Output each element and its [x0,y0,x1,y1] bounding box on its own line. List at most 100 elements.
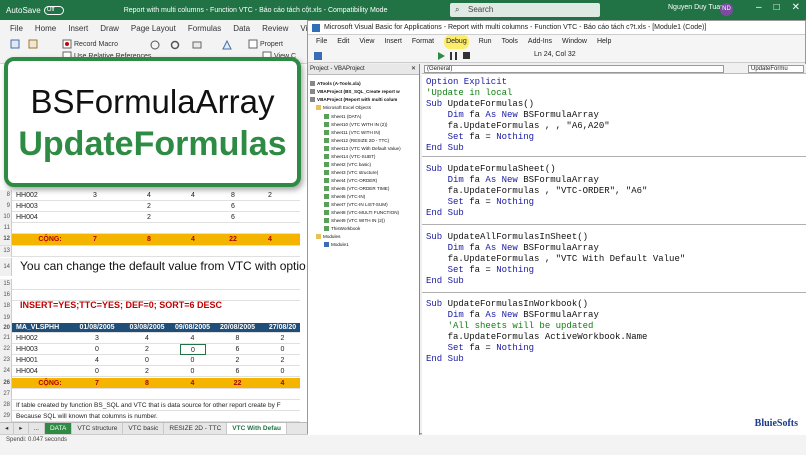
cell[interactable]: HH003 [16,201,66,212]
vba-menu-tools[interactable]: Tools [502,35,518,49]
tree-project-atools[interactable]: ATools (A-Tools.xla) [310,80,361,87]
vba-menu-help[interactable]: Help [597,35,611,49]
avatar[interactable]: ND [720,3,733,16]
code-block[interactable]: Sub UpdateFormulaSheet() Dim fa As New B… [426,164,647,219]
tree-item-sheet[interactable]: Sheet3 (VTC structure) [324,169,378,176]
cell[interactable]: 4 [124,190,174,201]
tree-folder-objects[interactable]: Microsoft Excel Objects [316,104,371,111]
code-block[interactable]: Sub UpdateFormulasInWorkbook() Dim fa As… [426,299,647,365]
cell[interactable]: 4 [260,378,305,389]
tree-item-workbook[interactable]: ThisWorkbook [324,225,360,232]
code-block[interactable]: Sub UpdateAllFormulasInSheet() Dim fa As… [426,232,685,287]
tree-item-sheet[interactable]: Sheet2 (VTC basic) [324,161,371,168]
cell[interactable]: 7 [72,378,122,389]
tab-ellipsis[interactable]: ... [29,422,45,435]
tree-item-module1[interactable]: Module1 [324,241,349,248]
column-header[interactable]: 20/08/2005 [215,323,260,333]
tab-data[interactable]: DATA [44,422,73,435]
cell[interactable]: 2 [124,201,174,212]
tree-item-sheet[interactable]: Sheet1 (DATA) [324,113,361,120]
macros-button[interactable] [28,39,38,49]
com-addins-button[interactable] [170,40,180,50]
tab-vtc-structure[interactable]: VTC structure [72,422,124,435]
cell[interactable]: 8 [122,378,172,389]
cell[interactable]: 3 [70,190,120,201]
autosave-toggle[interactable]: Off [43,5,64,15]
cell[interactable]: 0 [260,366,305,377]
autosave-control[interactable]: AutoSave Off [6,5,64,15]
cell[interactable]: 2 [215,355,260,366]
tab-scroll-right[interactable]: ▸ [14,422,29,435]
tree-item-sheet[interactable]: Sheet14 (VTC-SUBT) [324,153,375,160]
cell[interactable]: 0 [122,355,172,366]
cell[interactable]: 0 [170,355,215,366]
design-mode-button[interactable] [222,40,232,50]
cell[interactable]: 7 [70,234,120,245]
vba-menu-addins[interactable]: Add-Ins [528,35,552,49]
vba-menu-insert[interactable]: Insert [384,35,402,49]
cell[interactable]: HH003 [16,344,71,355]
menu-formulas[interactable]: Formulas [188,24,221,33]
cell[interactable]: 2 [122,344,172,355]
tab-resize-2d[interactable]: RESIZE 2D - TTC [164,422,228,435]
cell[interactable]: 2 [260,355,305,366]
option-string[interactable]: INSERT=YES;TTC=YES; DEF=0; SORT=6 DESC [20,300,222,310]
vba-menu-window[interactable]: Window [562,35,587,49]
tree-item-sheet[interactable]: Sheet4 (VTC-ORDER) [324,177,377,184]
cell[interactable]: 2 [260,333,305,344]
procedure-dropdown[interactable]: UpdateFormu [748,65,804,73]
cell[interactable]: 0 [72,344,122,355]
cell[interactable]: 2 [255,190,285,201]
cell[interactable]: 4 [170,378,215,389]
cell[interactable]: 4 [170,333,215,344]
menu-home[interactable]: Home [35,24,56,33]
vba-menu-file[interactable]: File [316,35,327,49]
cell[interactable]: 4 [178,234,208,245]
cell[interactable]: 6 [215,344,260,355]
cell[interactable]: 2 [122,366,172,377]
cell[interactable]: 4 [122,333,172,344]
cell[interactable]: 3 [72,333,122,344]
column-header[interactable]: MA_VLSPHH [16,323,71,333]
selected-cell[interactable]: 0 [180,344,206,355]
column-header[interactable]: 27/08/20 [260,323,305,333]
tree-item-sheet[interactable]: Sheet12 (RESIZE 2D - TTC) [324,137,389,144]
cell[interactable]: HH004 [16,212,66,223]
close-icon[interactable]: ✕ [792,2,800,13]
maximize-icon[interactable]: □ [774,2,780,13]
cell[interactable]: 22 [215,378,260,389]
vba-menu-debug[interactable]: Debug [444,35,469,49]
cell[interactable]: HH004 [16,366,71,377]
tree-item-sheet[interactable]: Sheet10 (VTC WITH IN (2)) [324,121,387,128]
properties-button[interactable]: Propert [248,39,283,49]
cell[interactable]: 2 [124,212,174,223]
tab-scroll-left[interactable]: ◂ [0,422,15,435]
tree-item-sheet[interactable]: Sheet13 (VTC With Default Value) [324,145,401,152]
cell[interactable]: HH002 [16,333,71,344]
cell[interactable]: 6 [218,201,248,212]
visual-basic-button[interactable] [10,39,20,49]
object-dropdown[interactable]: (General) [424,65,724,73]
menu-insert[interactable]: Insert [68,24,88,33]
close-icon[interactable]: ✕ [411,64,416,75]
code-window[interactable]: (General) UpdateFormu Option Explicit 'U… [422,64,806,435]
cell[interactable]: 0 [72,366,122,377]
tree-item-sheet[interactable]: Sheet9 (VTC WITH IN (2)) [324,217,385,224]
cell[interactable]: 6 [215,366,260,377]
tree-item-sheet[interactable]: Sheet7 (VTC-IN LIST-SUM) [324,201,388,208]
cell[interactable]: 4 [72,355,122,366]
cell[interactable]: HH002 [16,190,66,201]
cell[interactable]: 4 [178,190,208,201]
total-label[interactable]: CỘNG: [30,378,70,389]
pause-icon[interactable] [450,52,457,60]
menu-data[interactable]: Data [233,24,250,33]
vba-menu-edit[interactable]: Edit [337,35,349,49]
cell[interactable]: 4 [255,234,285,245]
menu-review[interactable]: Review [262,24,288,33]
tree-item-sheet[interactable]: Sheet11 (VTC WITH IN) [324,129,380,136]
cell[interactable]: 0 [170,366,215,377]
tree-project-report[interactable]: VBAProject (Report with multi colum [310,96,397,103]
tab-vtc-with-default[interactable]: VTC With Defau [227,422,287,435]
total-label[interactable]: CỘNG: [30,234,70,245]
save-icon[interactable] [314,52,322,60]
